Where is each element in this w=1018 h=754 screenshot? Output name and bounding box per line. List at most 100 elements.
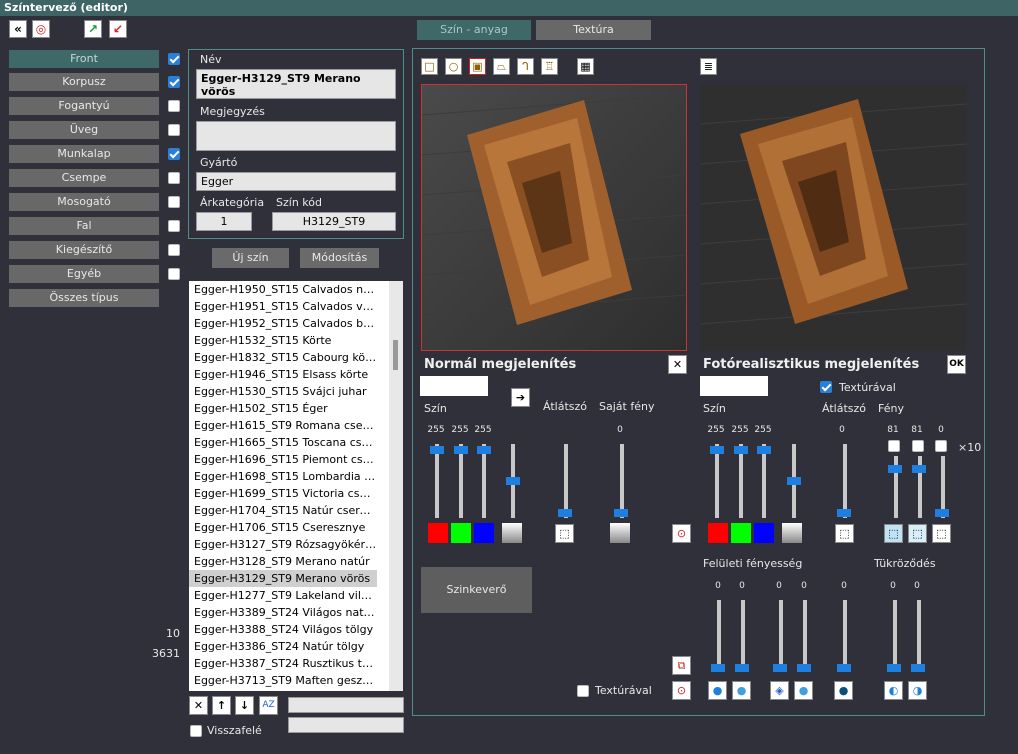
target-icon[interactable]: ⊙	[672, 524, 691, 543]
list-item[interactable]: Egger-H3386_ST24 Natúr tölgy	[189, 638, 377, 655]
category-kiegeszito[interactable]: Kiegészítő	[9, 241, 159, 259]
search-field-2[interactable]	[288, 717, 404, 733]
photo-transparent-cube-icon[interactable]: ⬚	[835, 524, 854, 543]
photo-b-slider[interactable]	[762, 444, 766, 518]
category-csempe-checkbox[interactable]	[168, 172, 180, 184]
category-fal[interactable]: Fal	[9, 217, 159, 235]
reflect-knob-1[interactable]	[887, 664, 901, 672]
shape-handle-icon[interactable]: ᒉ	[517, 58, 534, 75]
gloss-sphere-icon-3[interactable]: ◈	[770, 681, 789, 700]
category-mosogato-checkbox[interactable]	[168, 196, 180, 208]
list-item[interactable]: Egger-H1530_ST15 Svájci juhar	[189, 383, 377, 400]
target-icon-2[interactable]: ⊙	[672, 681, 691, 700]
category-munkalap-checkbox[interactable]	[168, 148, 180, 160]
normal-texture-checkbox[interactable]	[577, 685, 589, 697]
category-uveg-checkbox[interactable]	[168, 124, 180, 136]
photo-render-view[interactable]	[700, 84, 967, 351]
gloss-slider-1[interactable]	[717, 600, 721, 672]
maker-field[interactable]: Egger	[196, 172, 396, 191]
normal-r-knob[interactable]	[430, 446, 444, 454]
light1-checkbox[interactable]	[888, 440, 900, 452]
category-front-checkbox[interactable]	[168, 53, 180, 65]
shape-panel-icon[interactable]: ▣	[469, 58, 486, 75]
light3-checkbox[interactable]	[935, 440, 947, 452]
list-item[interactable]: Egger-H1665_ST15 Toscana cseresznye	[189, 434, 377, 451]
light1-knob[interactable]	[888, 465, 902, 473]
list-item[interactable]: Egger-H1698_ST15 Lombardia natúr	[189, 468, 377, 485]
reflect-sphere-icon-2[interactable]: ◑	[908, 681, 927, 700]
category-kiegeszito-checkbox[interactable]	[168, 244, 180, 256]
normal-transparent-slider[interactable]	[564, 444, 568, 518]
shape-prism-icon[interactable]: ⏢	[493, 58, 510, 75]
list-item[interactable]: Egger-H1704_ST15 Natúr cseresznye	[189, 502, 377, 519]
category-egyeb[interactable]: Egyéb	[9, 265, 159, 283]
list-item[interactable]: Egger-H1950_ST15 Calvados natúr	[189, 281, 377, 298]
gloss-slider-5[interactable]	[843, 600, 847, 672]
category-fal-checkbox[interactable]	[168, 220, 180, 232]
category-munkalap[interactable]: Munkalap	[9, 145, 159, 163]
list-item[interactable]: Egger-H1532_ST15 Körte	[189, 332, 377, 349]
list-item[interactable]: Egger-H1946_ST15 Elsass körte	[189, 366, 377, 383]
list-item[interactable]: Egger-H3127_ST9 Rózsagyökér natúr	[189, 536, 377, 553]
search-field-1[interactable]	[288, 697, 404, 713]
delete-icon[interactable]: ✕	[189, 696, 208, 715]
category-front[interactable]: Front	[9, 50, 159, 68]
light2-cube-icon[interactable]: ⬚	[908, 524, 927, 543]
list-item[interactable]: Egger-H1615_ST9 Romana cseresznye	[189, 417, 377, 434]
list-item[interactable]: Egger-H1502_ST15 Éger	[189, 400, 377, 417]
category-fogantyu-checkbox[interactable]	[168, 100, 180, 112]
help-icon[interactable]: ◎	[32, 20, 50, 38]
photo-g-knob[interactable]	[734, 446, 748, 454]
gloss-sphere-icon-2[interactable]: ●	[732, 681, 751, 700]
list-item[interactable]: Egger-H1706_ST15 Cseresznye	[189, 519, 377, 536]
category-csempe[interactable]: Csempe	[9, 169, 159, 187]
reflect-knob-2[interactable]	[911, 664, 925, 672]
list-item[interactable]: Egger-H1277_ST9 Lakeland világos akác	[189, 587, 377, 604]
light3-cube-icon[interactable]: ⬚	[932, 524, 951, 543]
reset-icon[interactable]: ✕	[668, 355, 687, 374]
photo-g-slider[interactable]	[739, 444, 743, 518]
gloss-knob-5[interactable]	[837, 664, 851, 672]
list-item[interactable]: Egger-H3388_ST24 Világos tölgy	[189, 621, 377, 638]
move-up-icon[interactable]: ↑	[212, 696, 231, 715]
gloss-slider-3[interactable]	[779, 600, 783, 672]
gloss-knob-1[interactable]	[711, 664, 725, 672]
list-item[interactable]: Egger-H1699_ST15 Victoria cseresznye	[189, 485, 377, 502]
photo-color-preview[interactable]	[700, 376, 768, 396]
category-egyeb-checkbox[interactable]	[168, 268, 180, 280]
list-item[interactable]: Egger-H3129_ST9 Merano vörös	[189, 570, 377, 587]
photo-with-texture-checkbox[interactable]	[820, 381, 832, 393]
list-item[interactable]: Egger-H3128_ST9 Merano natúr	[189, 553, 377, 570]
category-uveg[interactable]: Üveg	[9, 121, 159, 139]
export-icon[interactable]: ↗	[84, 20, 102, 38]
list-item[interactable]: Egger-H3389_ST24 Világos natúr tölgy	[189, 604, 377, 621]
category-korpusz[interactable]: Korpusz	[9, 73, 159, 91]
reverse-checkbox[interactable]	[190, 725, 202, 737]
normal-g-slider[interactable]	[459, 444, 463, 518]
normal-transparent-cube-icon[interactable]: ⬚	[555, 524, 574, 543]
photo-r-slider[interactable]	[715, 444, 719, 518]
photo-transparent-knob[interactable]	[837, 509, 851, 517]
photo-transparent-slider[interactable]	[843, 444, 847, 518]
list-item[interactable]: Egger-H3713_ST9 Maften gesztenye	[189, 672, 377, 689]
lines-icon[interactable]: ≣	[700, 58, 717, 75]
reflect-slider-2[interactable]	[917, 600, 921, 672]
normal-own-light-slider[interactable]	[620, 444, 624, 518]
photo-gray-knob[interactable]	[787, 477, 801, 485]
list-item[interactable]: Egger-H1952_ST15 Calvados borostyán	[189, 315, 377, 332]
photo-b-knob[interactable]	[757, 446, 771, 454]
normal-own-light-knob[interactable]	[614, 509, 628, 517]
normal-b-slider[interactable]	[482, 444, 486, 518]
gloss-knob-4[interactable]	[797, 664, 811, 672]
gloss-knob-3[interactable]	[773, 664, 787, 672]
list-item[interactable]: Egger-H3387_ST24 Rusztikus tölgy	[189, 655, 377, 672]
shape-square-icon[interactable]: □	[421, 58, 438, 75]
tab-color-material[interactable]: Szín - anyag	[417, 20, 531, 40]
gloss-slider-2[interactable]	[741, 600, 745, 672]
checker-icon[interactable]: ▦	[577, 58, 594, 75]
name-field[interactable]: Egger-H3129_ST9 Merano vörös	[196, 69, 396, 99]
modify-button[interactable]: Módosítás	[300, 248, 379, 268]
reflect-slider-1[interactable]	[893, 600, 897, 672]
normal-render-view[interactable]	[421, 84, 687, 351]
normal-transparent-knob[interactable]	[558, 509, 572, 517]
